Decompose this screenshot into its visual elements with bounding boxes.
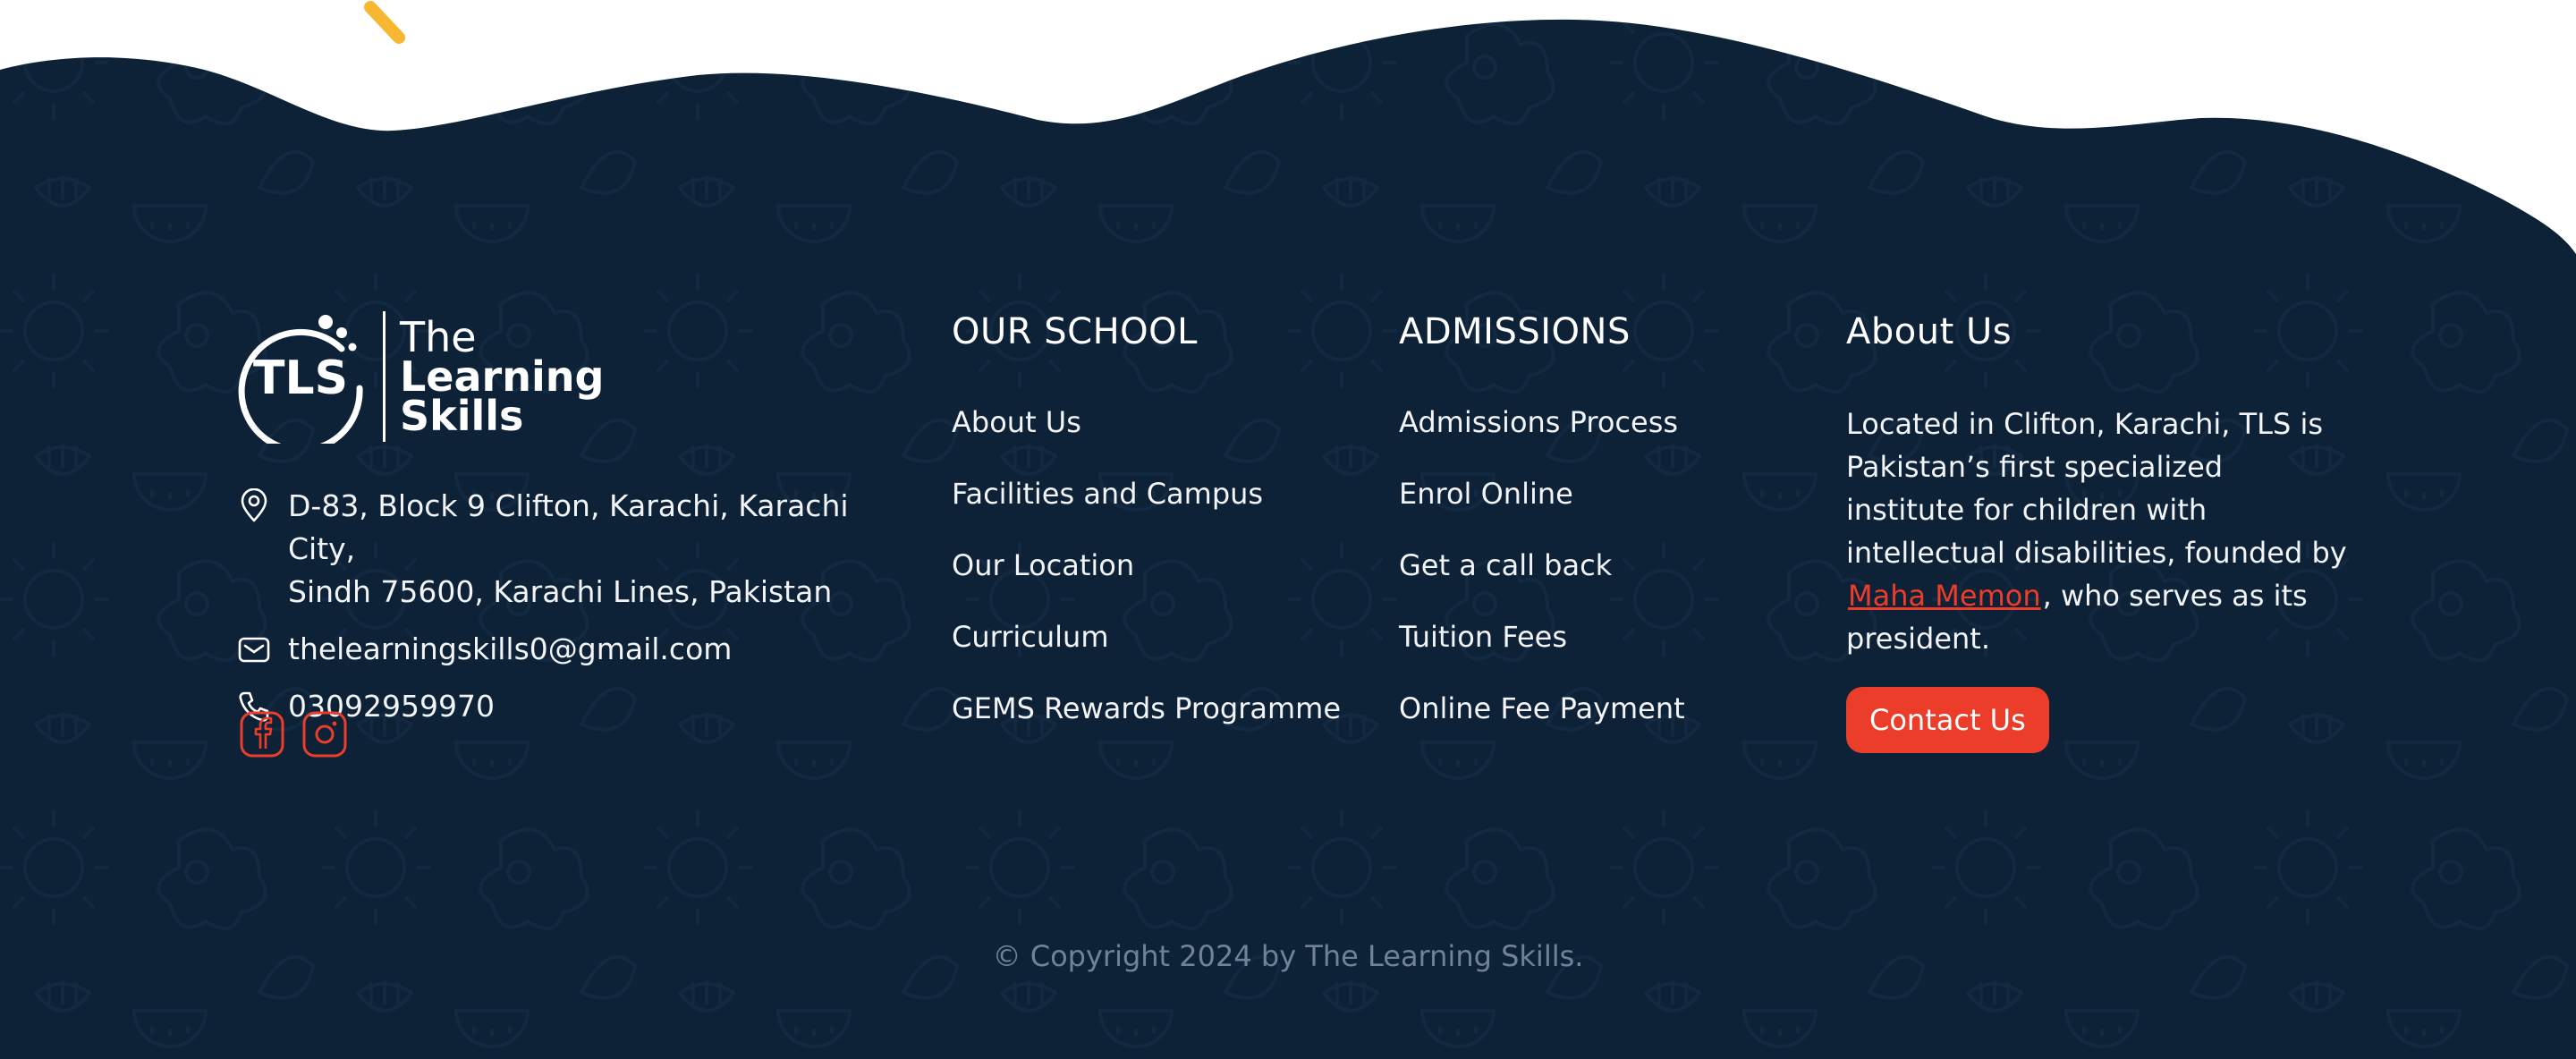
copyright-text: © Copyright 2024 by The Learning Skills. <box>992 939 1584 973</box>
social-links <box>240 710 347 758</box>
contact-us-button[interactable]: Contact Us <box>1846 687 2049 753</box>
about-description: Located in Clifton, Karachi, TLS is Paki… <box>1846 402 2347 660</box>
link-about-us[interactable]: About Us <box>952 405 1081 439</box>
our-school-heading: OUR SCHOOL <box>952 311 1198 352</box>
about-column: About Us Located in Clifton, Karachi, TL… <box>1846 309 2347 753</box>
founder-link[interactable]: Maha Memon <box>1846 579 2043 613</box>
address-text: D-83, Block 9 Clifton, Karachi, Karachi … <box>288 485 880 614</box>
admissions-column: ADMISSIONS Admissions Process Enrol Onli… <box>1399 309 1685 760</box>
logo-line-the: The <box>400 313 477 361</box>
link-facilities-and-campus[interactable]: Facilities and Campus <box>952 477 1263 511</box>
logo-line-skills: Skills <box>400 392 524 440</box>
instagram-icon[interactable] <box>302 710 347 758</box>
link-online-fee-payment[interactable]: Online Fee Payment <box>1399 691 1685 725</box>
contact-address: D-83, Block 9 Clifton, Karachi, Karachi … <box>236 485 880 614</box>
link-tuition-fees[interactable]: Tuition Fees <box>1399 620 1567 654</box>
logo-mark-text: TLS <box>253 352 348 405</box>
logo-wordmark: The Learning Skills <box>400 313 605 440</box>
footer-brand: TLS The Learning Skills D-83, Block 9 Cl… <box>236 309 862 758</box>
mail-icon <box>238 637 270 663</box>
footer-logo[interactable]: TLS The Learning Skills <box>236 309 862 444</box>
address-line-2: Sindh 75600, Karachi Lines, Pakistan <box>288 574 833 609</box>
tls-logo-icon: TLS <box>238 315 363 444</box>
admissions-links: Admissions Process Enrol Online Get a ca… <box>1399 402 1685 760</box>
logo-line-learning: Learning <box>400 352 605 401</box>
location-pin-icon <box>241 488 267 522</box>
contact-email[interactable]: thelearningskills0@gmail.com <box>236 628 880 671</box>
logo-divider <box>383 311 386 442</box>
our-school-column: OUR SCHOOL About Us Facilities and Campu… <box>952 309 1341 760</box>
facebook-icon[interactable] <box>240 710 284 758</box>
admissions-heading: ADMISSIONS <box>1399 311 1631 352</box>
email-text[interactable]: thelearningskills0@gmail.com <box>288 628 732 671</box>
address-line-1: D-83, Block 9 Clifton, Karachi, Karachi … <box>288 488 849 566</box>
link-our-location[interactable]: Our Location <box>952 548 1134 582</box>
our-school-links: About Us Facilities and Campus Our Locat… <box>952 402 1341 760</box>
about-heading: About Us <box>1846 311 2012 352</box>
contact-list: D-83, Block 9 Clifton, Karachi, Karachi … <box>236 485 880 742</box>
link-admissions-process[interactable]: Admissions Process <box>1399 405 1678 439</box>
link-enrol-online[interactable]: Enrol Online <box>1399 477 1573 511</box>
site-footer: TLS The Learning Skills D-83, Block 9 Cl… <box>0 0 2576 1059</box>
link-get-a-call-back[interactable]: Get a call back <box>1399 548 1612 582</box>
link-curriculum[interactable]: Curriculum <box>952 620 1108 654</box>
link-gems-rewards-programme[interactable]: GEMS Rewards Programme <box>952 691 1341 725</box>
about-text-before: Located in Clifton, Karachi, TLS is Paki… <box>1846 407 2347 570</box>
